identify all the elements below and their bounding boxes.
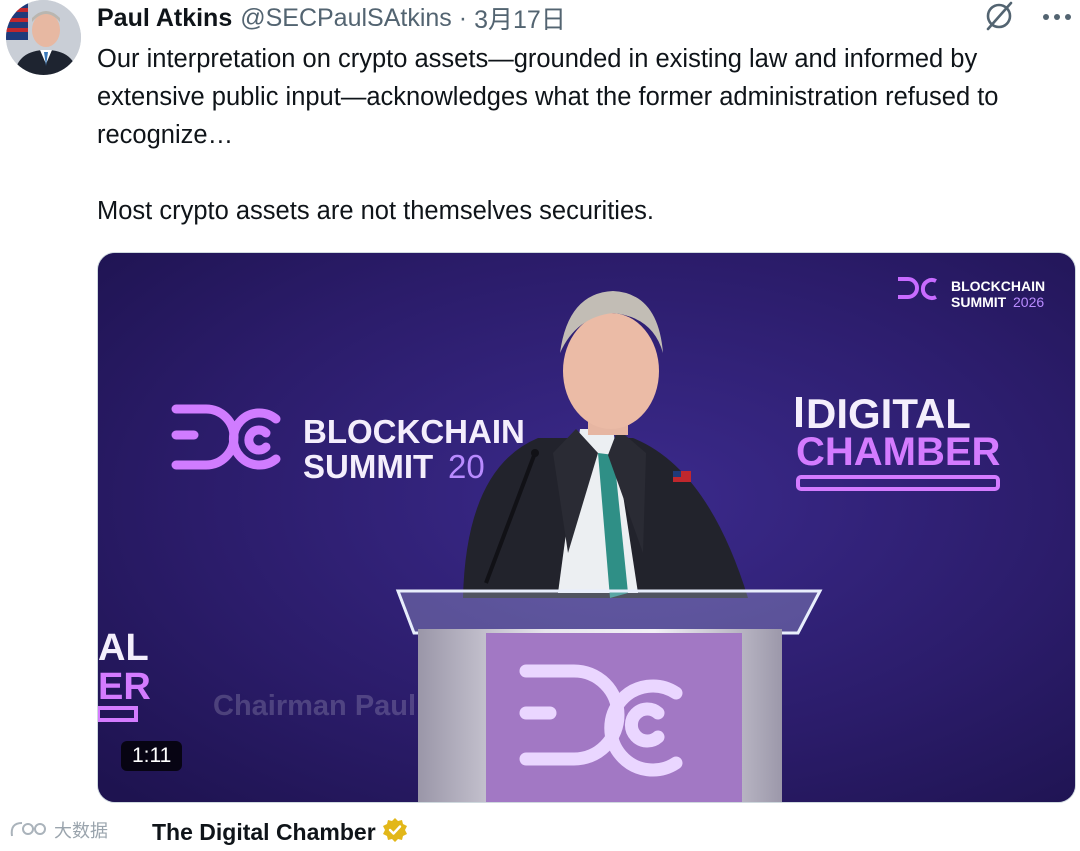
video-source[interactable]: The Digital Chamber [152,817,408,848]
separator-dot: · [458,3,468,32]
corner-logo-line1: BLOCKCHAIN [951,278,1045,294]
backdrop-blockchain: BLOCKCHAIN [303,413,525,450]
tweet-header: Paul Atkins @SECPaulSAtkins · 3月17日 [97,0,566,36]
video-player[interactable]: BLOCKCHAIN SUMMIT 2026 BLOCKCHAIN SUMMIT… [97,252,1076,803]
author-name[interactable]: Paul Atkins [97,4,232,33]
more-icon[interactable] [1042,9,1072,27]
video-duration: 1:11 [121,741,183,771]
corner-logo-line2: SUMMIT [951,294,1007,310]
author-handle[interactable]: @SECPaulSAtkins [240,4,452,33]
avatar[interactable] [6,0,81,75]
verified-badge-icon [382,817,408,848]
edge-sign-line1: AL [98,627,149,669]
watermark-logo-icon [10,822,46,837]
grok-icon[interactable] [982,0,1016,38]
backdrop-year: 20 [448,448,485,485]
digital-sign-line2: CHAMBER [796,430,1001,474]
watermark: 大数据 [8,817,108,843]
corner-logo-year: 2026 [1013,294,1044,310]
video-frame: BLOCKCHAIN SUMMIT 2026 BLOCKCHAIN SUMMIT… [98,253,1075,802]
tweet-text: Our interpretation on crypto assets—grou… [97,45,999,225]
edge-sign-line2: ER [98,666,151,708]
source-name[interactable]: The Digital Chamber [152,819,376,846]
backdrop-summit: SUMMIT [303,448,433,485]
watermark-text: 大数据 [54,821,108,841]
tweet-date[interactable]: 3月17日 [474,0,566,36]
tweet-actions-top [982,0,1072,36]
